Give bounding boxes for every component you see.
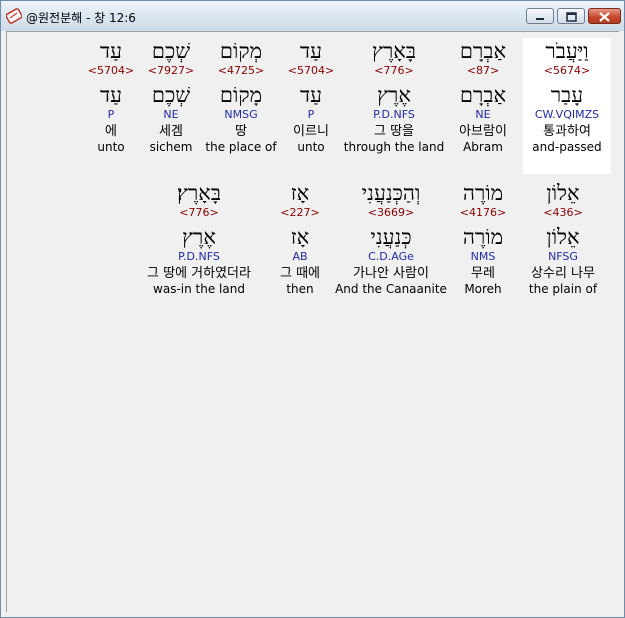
hebrew-lemma: עַד — [100, 83, 122, 107]
hebrew-lemma: מָקוֹם — [219, 83, 263, 107]
strong-number[interactable]: <5674> — [523, 64, 611, 78]
hebrew-lemma: אֶרֶץ — [182, 225, 216, 249]
korean-gloss: 아브람이 — [459, 124, 507, 139]
word-cell[interactable]: אַבְרָם <87> אַבְרָם NE 아브람이 Abram — [449, 38, 517, 154]
english-gloss: unto — [97, 140, 125, 154]
hebrew-word: וַיַּעֲבֹר — [545, 39, 589, 63]
korean-gloss: 세겜 — [159, 124, 183, 139]
word-cell[interactable]: בָּאָרֶץ <776> אֶרֶץ P.D.NFS 그 땅을 throug… — [343, 38, 445, 154]
word-cell[interactable]: עַד <5704> עַד P 에 unto — [85, 38, 137, 154]
english-gloss: Abram — [463, 140, 503, 154]
korean-gloss: 에 — [105, 124, 117, 139]
close-icon — [599, 12, 610, 22]
hebrew-lemma: כְּנַעֲנִי — [370, 225, 412, 249]
hebrew-word: וְהַכְּנַעֲנִי — [361, 181, 421, 205]
morph-code: NMSG — [224, 108, 258, 121]
strong-number[interactable]: <227> — [271, 206, 329, 220]
morph-code: NE — [475, 108, 491, 121]
korean-gloss: 상수리 나무 — [531, 266, 595, 281]
morph-code: P.D.NFS — [373, 108, 415, 121]
english-gloss: the plain of — [528, 282, 598, 296]
morph-code: P — [107, 108, 115, 121]
strong-number[interactable]: <5704> — [85, 64, 137, 78]
hebrew-lemma: אֶרֶץ — [377, 83, 411, 107]
hebrew-word: מוֹרֶה — [462, 181, 504, 205]
word-cell[interactable]: עַד <5704> עַד P 이르니 unto — [283, 38, 339, 154]
korean-gloss: 그 땅을 — [373, 124, 414, 139]
minimize-button[interactable] — [526, 8, 554, 24]
strong-number[interactable]: <776> — [343, 64, 445, 78]
word-cell[interactable]: מוֹרֶה <4176> מוֹרֶה NMS 무레 Moreh — [453, 180, 513, 296]
morph-code: AB — [292, 250, 308, 263]
morph-code: CW.VQIMZS — [534, 108, 600, 121]
maximize-button[interactable] — [557, 8, 585, 24]
english-gloss: was-in the land — [153, 282, 245, 296]
hebrew-word: מְקוֹם — [219, 39, 263, 63]
app-window: @원전분해 - 창 12:6 עַד <5704> עַד P 에 unto ש… — [0, 0, 625, 618]
english-gloss: And the Canaanite — [335, 282, 447, 296]
english-gloss: sichem — [149, 140, 193, 154]
word-cell[interactable]: בָּאָרֶץ׃ <776> אֶרֶץ P.D.NFS 그 땅에 거하였더라… — [129, 180, 269, 296]
window-title: @원전분해 - 창 12:6 — [26, 11, 136, 25]
maximize-icon — [566, 12, 577, 22]
word-cell[interactable]: וְהַכְּנַעֲנִי <3669> כְּנַעֲנִי C.D.AGe… — [333, 180, 449, 296]
morph-code: P.D.NFS — [178, 250, 220, 263]
hebrew-lemma: עָבַר — [550, 83, 584, 107]
strong-number[interactable]: <7927> — [141, 64, 201, 78]
korean-gloss: 무레 — [471, 266, 495, 281]
korean-gloss: 그 때에 — [279, 266, 320, 281]
hebrew-word: עַד — [300, 39, 322, 63]
strong-number[interactable]: <3669> — [333, 206, 449, 220]
hebrew-lemma: עַד — [300, 83, 322, 107]
strong-number[interactable]: <87> — [449, 64, 517, 78]
strong-number[interactable]: <4725> — [205, 64, 277, 78]
hebrew-lemma: אֵלוֹן — [546, 225, 580, 249]
book-app-icon — [6, 8, 22, 24]
strong-number[interactable]: <4176> — [453, 206, 513, 220]
english-gloss: and-passed — [532, 140, 602, 154]
strong-number[interactable]: <776> — [129, 206, 269, 220]
hebrew-word: בָּאָרֶץ׃ — [177, 181, 221, 205]
english-gloss: then — [286, 282, 314, 296]
strong-number[interactable]: <436> — [517, 206, 609, 220]
hebrew-lemma: שְׁכֶם — [151, 83, 191, 107]
minimize-icon — [536, 18, 544, 20]
hebrew-word: אַבְרָם — [459, 39, 507, 63]
hebrew-lemma: אַבְרָם — [459, 83, 507, 107]
english-gloss: through the land — [343, 140, 445, 154]
morph-code: P — [307, 108, 315, 121]
hebrew-word: אֵלוֹן — [546, 181, 580, 205]
english-gloss: unto — [297, 140, 325, 154]
close-button[interactable] — [588, 8, 621, 24]
hebrew-word: שְׁכֶם — [151, 39, 191, 63]
hebrew-word: בָּאָרֶץ — [372, 39, 416, 63]
korean-gloss: 이르니 — [293, 124, 329, 139]
english-gloss: the place of — [205, 140, 277, 154]
hebrew-word: עַד — [100, 39, 122, 63]
morph-code: NMS — [470, 250, 496, 263]
korean-gloss: 통과하여 — [543, 124, 591, 139]
word-cell[interactable]: אֵלוֹן <436> אֵלוֹן NFSG 상수리 나무 the plai… — [517, 180, 609, 296]
morph-code: C.D.AGe — [368, 250, 414, 263]
hebrew-word: אָז — [290, 181, 310, 205]
korean-gloss: 땅 — [235, 124, 247, 139]
word-cell[interactable]: אָז <227> אָז AB 그 때에 then — [271, 180, 329, 296]
hebrew-lemma: אָז — [290, 225, 310, 249]
word-cell[interactable]: שְׁכֶם <7927> שְׁכֶם NE 세겜 sichem — [141, 38, 201, 154]
word-cell[interactable]: מְקוֹם <4725> מָקוֹם NMSG 땅 the place of — [205, 38, 277, 154]
korean-gloss: 그 땅에 거하였더라 — [147, 266, 251, 281]
morph-code: NE — [163, 108, 179, 121]
morph-code: NFSG — [548, 250, 578, 263]
selected-word-cell[interactable]: וַיַּעֲבֹר <5674> עָבַר CW.VQIMZS 통과하여 a… — [523, 38, 611, 174]
strong-number[interactable]: <5704> — [283, 64, 339, 78]
title-bar[interactable]: @원전분해 - 창 12:6 — [1, 1, 624, 31]
english-gloss: Moreh — [464, 282, 502, 296]
analysis-pane: עַד <5704> עַד P 에 unto שְׁכֶם <7927> שְ… — [6, 31, 619, 612]
korean-gloss: 가나안 사람이 — [353, 266, 429, 281]
hebrew-lemma: מוֹרֶה — [462, 225, 504, 249]
